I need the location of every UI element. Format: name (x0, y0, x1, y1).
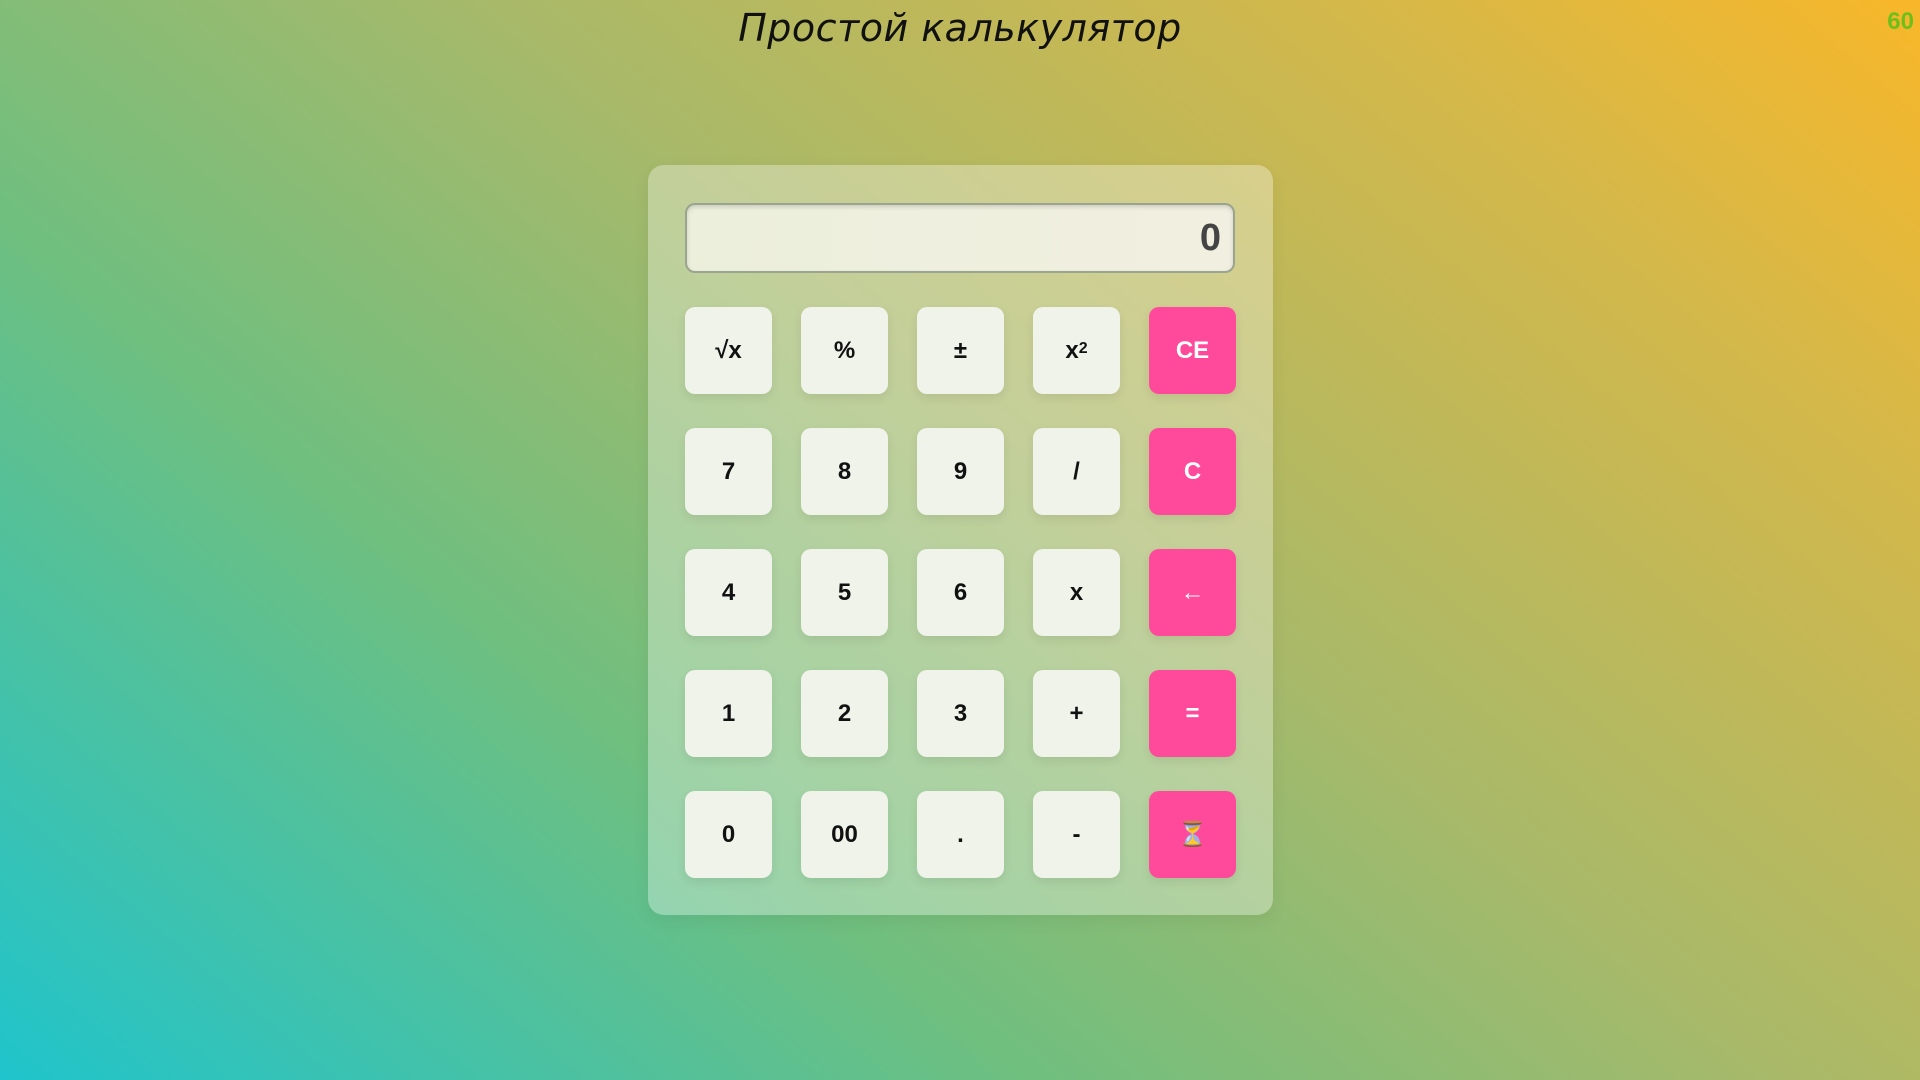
digit-2-button[interactable]: 2 (801, 670, 888, 757)
digit-2-label: 2 (837, 699, 852, 727)
clear-entry-button[interactable]: CE (1149, 307, 1236, 394)
square-button-label: x (1065, 336, 1079, 364)
digit-0-button[interactable]: 0 (685, 791, 772, 878)
clear-entry-button-label: CE (1175, 336, 1210, 364)
digit-7-label: 7 (721, 457, 736, 485)
digit-4-label: 4 (721, 578, 736, 606)
history-button[interactable]: ⏳ (1149, 791, 1236, 878)
calculator-display: 0 (685, 203, 1235, 273)
digit-6-label: 6 (953, 578, 968, 606)
hourglass-icon: ⏳ (1177, 821, 1208, 848)
percent-button-label: % (833, 336, 856, 364)
digit-5-label: 5 (837, 578, 852, 606)
plus-minus-button[interactable]: ± (917, 307, 1004, 394)
sqrt-button-label: √x (715, 336, 742, 364)
divide-button[interactable]: / (1033, 428, 1120, 515)
backspace-button[interactable]: ← (1149, 549, 1236, 636)
digit-8-label: 8 (837, 457, 852, 485)
square-button[interactable]: x2 (1033, 307, 1120, 394)
keypad: √x % ± x2 CE 7 8 9 / C 4 5 6 x ← 1 2 3 +… (685, 307, 1236, 878)
digit-9-label: 9 (953, 457, 968, 485)
multiply-button-label: x (1069, 578, 1084, 606)
digit-7-button[interactable]: 7 (685, 428, 772, 515)
divide-button-label: / (1073, 457, 1080, 485)
digit-0-label: 0 (721, 820, 736, 848)
digit-1-button[interactable]: 1 (685, 670, 772, 757)
subtract-button-label: - (1072, 820, 1081, 848)
calculator-panel: 0 √x % ± x2 CE 7 8 9 / C 4 5 6 x ← 1 2 3… (648, 165, 1273, 915)
digit-8-button[interactable]: 8 (801, 428, 888, 515)
digit-4-button[interactable]: 4 (685, 549, 772, 636)
decimal-button[interactable]: . (917, 791, 1004, 878)
digit-1-label: 1 (721, 699, 736, 727)
clear-button-label: C (1183, 457, 1202, 485)
equals-button-label: = (1185, 699, 1200, 727)
digit-9-button[interactable]: 9 (917, 428, 1004, 515)
subtract-button[interactable]: - (1033, 791, 1120, 878)
add-button[interactable]: + (1033, 670, 1120, 757)
decimal-button-label: . (957, 820, 964, 848)
clear-button[interactable]: C (1149, 428, 1236, 515)
sqrt-button[interactable]: √x (685, 307, 772, 394)
double-zero-label: 00 (831, 820, 858, 848)
square-button-exponent: 2 (1078, 339, 1088, 357)
digit-5-button[interactable]: 5 (801, 549, 888, 636)
equals-button[interactable]: = (1149, 670, 1236, 757)
add-button-label: + (1069, 699, 1084, 727)
multiply-button[interactable]: x (1033, 549, 1120, 636)
plus-minus-button-label: ± (953, 336, 968, 364)
fps-counter: 60 (1887, 8, 1914, 35)
page-title: Простой калькулятор (738, 6, 1182, 50)
double-zero-button[interactable]: 00 (801, 791, 888, 878)
digit-3-label: 3 (953, 699, 968, 727)
digit-3-button[interactable]: 3 (917, 670, 1004, 757)
backspace-arrow-icon: ← (1180, 578, 1205, 606)
digit-6-button[interactable]: 6 (917, 549, 1004, 636)
percent-button[interactable]: % (801, 307, 888, 394)
